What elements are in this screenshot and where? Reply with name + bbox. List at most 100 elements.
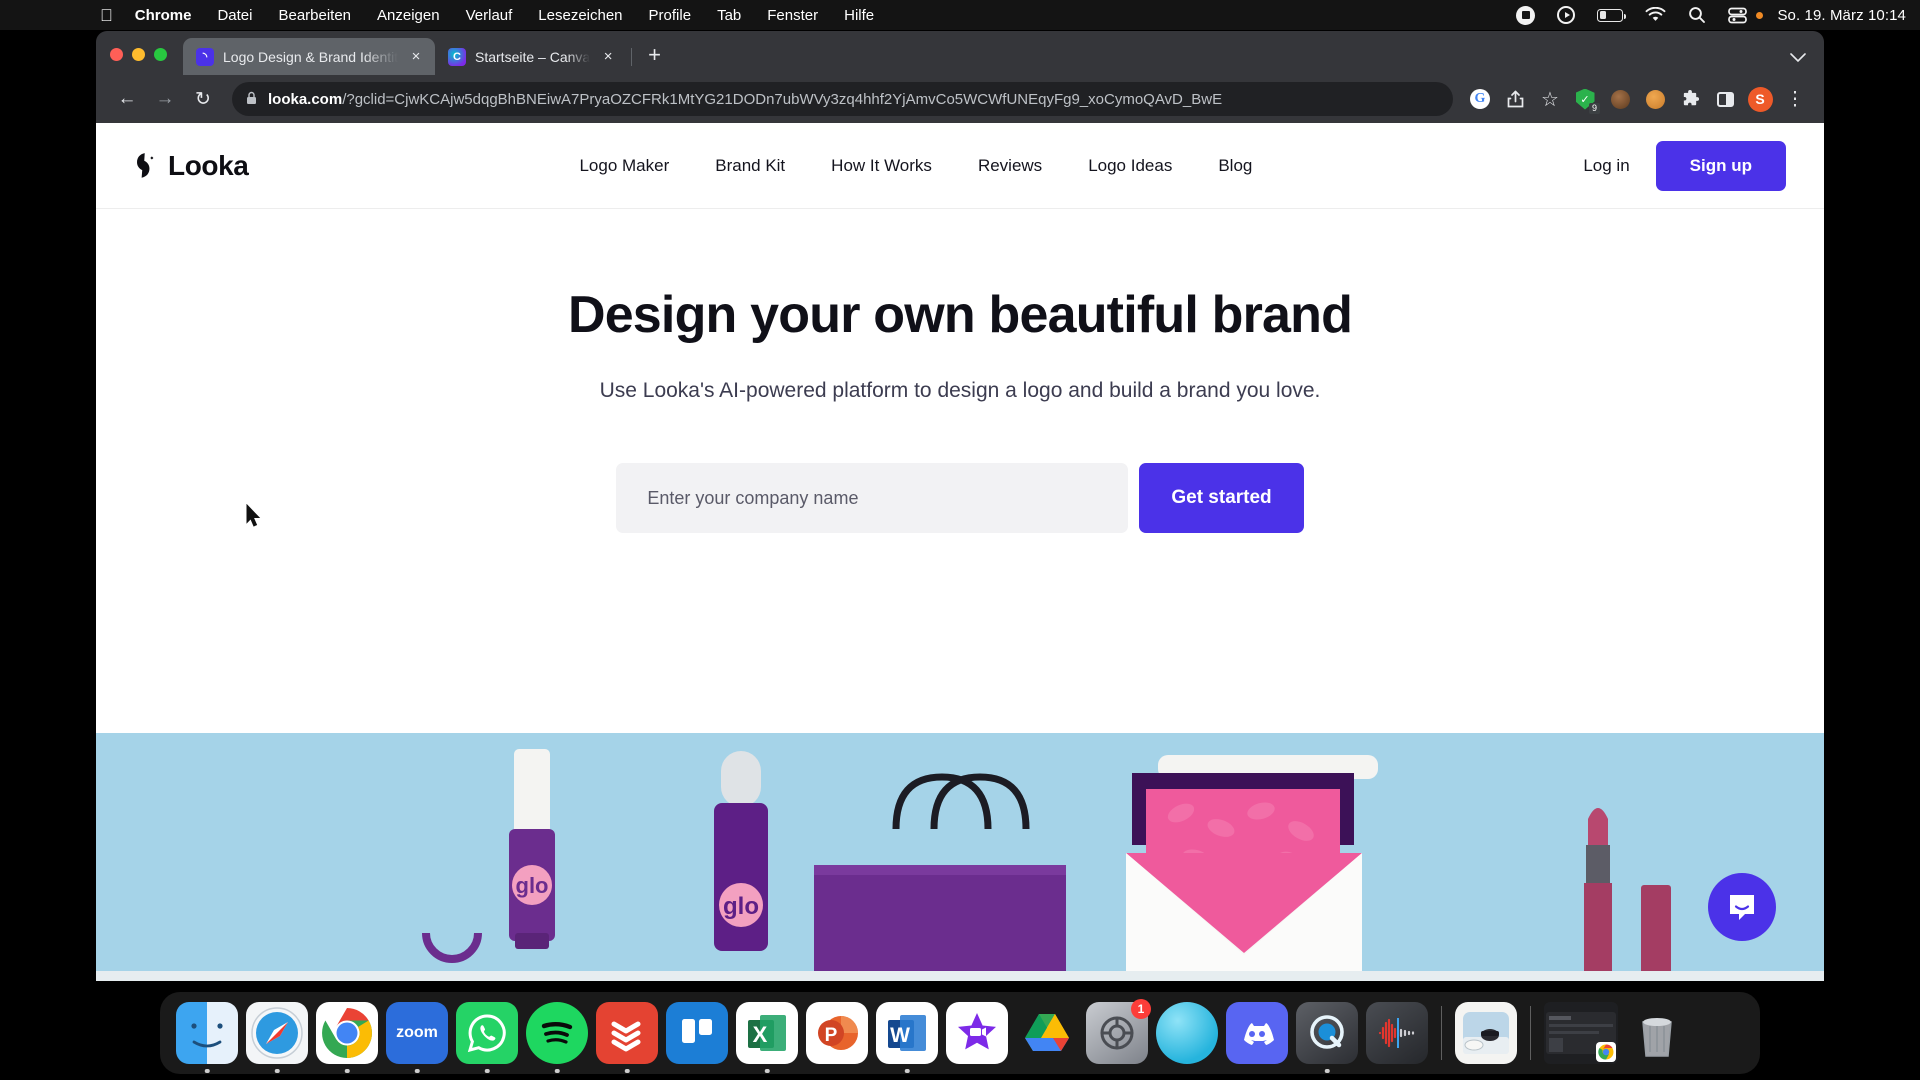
running-indicator bbox=[414, 1068, 420, 1073]
dock-item-trello[interactable] bbox=[666, 1002, 728, 1064]
company-name-input[interactable] bbox=[616, 463, 1129, 533]
lock-icon bbox=[246, 91, 257, 108]
extension-brown-icon[interactable] bbox=[1605, 84, 1635, 114]
dock-item-safari[interactable] bbox=[246, 1002, 308, 1073]
google-lens-icon[interactable]: G bbox=[1465, 84, 1495, 114]
dock-item-excel[interactable]: X bbox=[736, 1002, 798, 1073]
web-page-content: Looka Logo Maker Brand Kit How It Works … bbox=[96, 123, 1824, 981]
spotlight-search-icon[interactable] bbox=[1688, 6, 1706, 24]
nav-link-logo-ideas[interactable]: Logo Ideas bbox=[1088, 156, 1172, 176]
back-button[interactable]: ← bbox=[110, 82, 144, 116]
menu-item-bearbeiten[interactable]: Bearbeiten bbox=[278, 7, 351, 24]
company-name-form: Get started bbox=[96, 463, 1824, 533]
screen-record-icon[interactable] bbox=[1516, 5, 1536, 25]
dock-item-trash[interactable] bbox=[1626, 1002, 1688, 1064]
adblock-count-badge: 9 bbox=[1588, 103, 1600, 114]
running-indicator bbox=[204, 1068, 210, 1073]
settings-notification-badge: 1 bbox=[1131, 999, 1151, 1019]
close-window-button[interactable] bbox=[110, 48, 123, 61]
menubar-clock[interactable]: So. 19. März 10:14 bbox=[1777, 7, 1906, 24]
tab-search-chevron-down-icon[interactable] bbox=[1790, 51, 1806, 66]
extensions-puzzle-icon[interactable] bbox=[1675, 84, 1705, 114]
forward-button[interactable]: → bbox=[148, 82, 182, 116]
looka-wordmark: Looka bbox=[168, 149, 249, 181]
looka-logo[interactable]: Looka bbox=[132, 149, 249, 182]
dock-item-blue-sphere-app[interactable] bbox=[1156, 1002, 1218, 1064]
dock-item-spotify[interactable] bbox=[526, 1002, 588, 1073]
adblock-shield-icon[interactable]: ✓ 9 bbox=[1570, 84, 1600, 114]
nav-link-brand-kit[interactable]: Brand Kit bbox=[715, 156, 785, 176]
bookmark-star-icon[interactable]: ☆ bbox=[1535, 84, 1565, 114]
close-tab-button[interactable]: × bbox=[599, 49, 617, 64]
running-indicator bbox=[764, 1068, 770, 1073]
battery-icon[interactable] bbox=[1597, 8, 1627, 22]
dock-item-imovie[interactable] bbox=[946, 1002, 1008, 1064]
log-in-button[interactable]: Log in bbox=[1583, 156, 1629, 176]
apple-logo-icon[interactable]:  bbox=[100, 7, 113, 24]
address-bar[interactable]: looka.com/?gclid=CjwKCAjw5dqgBhBNEiwA7Pr… bbox=[232, 82, 1453, 116]
menu-item-fenster[interactable]: Fenster bbox=[767, 7, 818, 24]
url-text: looka.com/?gclid=CjwKCAjw5dqgBhBNEiwA7Pr… bbox=[268, 91, 1222, 108]
dock-item-zoom[interactable]: zoom bbox=[386, 1002, 448, 1073]
dock-item-chrome[interactable] bbox=[316, 1002, 378, 1073]
menu-item-datei[interactable]: Datei bbox=[217, 7, 252, 24]
nav-link-blog[interactable]: Blog bbox=[1218, 156, 1252, 176]
menu-item-anzeigen[interactable]: Anzeigen bbox=[377, 7, 440, 24]
nav-link-logo-maker[interactable]: Logo Maker bbox=[579, 156, 669, 176]
tab-looka[interactable]: ◝ Logo Design & Brand Identity P × bbox=[183, 38, 435, 75]
dock-item-quicktime[interactable] bbox=[1296, 1002, 1358, 1073]
svg-text:W: W bbox=[890, 1024, 910, 1047]
hero-section: Design your own beautiful brand Use Look… bbox=[96, 209, 1824, 533]
nav-link-reviews[interactable]: Reviews bbox=[978, 156, 1042, 176]
dock-item-whatsapp[interactable] bbox=[456, 1002, 518, 1073]
reload-button[interactable]: ↻ bbox=[186, 82, 220, 116]
svg-text:P: P bbox=[825, 1025, 838, 1046]
share-icon[interactable] bbox=[1500, 84, 1530, 114]
minimize-window-button[interactable] bbox=[132, 48, 145, 61]
side-panel-icon[interactable] bbox=[1710, 84, 1740, 114]
macos-dock: zoom X P W 1 bbox=[160, 992, 1760, 1074]
svg-text:X: X bbox=[753, 1022, 768, 1047]
running-indicator bbox=[344, 1068, 350, 1073]
intercom-chat-icon bbox=[1730, 895, 1754, 920]
close-tab-button[interactable]: × bbox=[407, 49, 425, 64]
play-icon[interactable] bbox=[1557, 6, 1576, 24]
tab-canva[interactable]: C Startseite – Canva × bbox=[435, 38, 627, 75]
tab-separator bbox=[631, 48, 633, 66]
dock-item-preview-photo[interactable] bbox=[1455, 1002, 1517, 1064]
dock-item-powerpoint[interactable]: P bbox=[806, 1002, 868, 1064]
running-indicator bbox=[1324, 1068, 1330, 1073]
dock-item-audio-waveform-app[interactable] bbox=[1366, 1002, 1428, 1064]
extension-orange-icon[interactable] bbox=[1640, 84, 1670, 114]
dock-item-word[interactable]: W bbox=[876, 1002, 938, 1073]
maximize-window-button[interactable] bbox=[154, 48, 167, 61]
get-started-button[interactable]: Get started bbox=[1139, 463, 1304, 533]
menu-item-verlauf[interactable]: Verlauf bbox=[466, 7, 513, 24]
menu-item-chrome[interactable]: Chrome bbox=[135, 7, 192, 24]
recording-indicator-dot bbox=[1756, 11, 1764, 19]
chrome-menu-icon[interactable]: ⋮ bbox=[1780, 84, 1810, 114]
nav-link-how-it-works[interactable]: How It Works bbox=[831, 156, 932, 176]
wifi-icon[interactable] bbox=[1645, 7, 1666, 23]
running-indicator bbox=[624, 1068, 630, 1073]
dock-item-finder[interactable] bbox=[176, 1002, 238, 1073]
menu-item-lesezeichen[interactable]: Lesezeichen bbox=[538, 7, 622, 24]
sign-up-button[interactable]: Sign up bbox=[1655, 140, 1786, 191]
dock-item-google-drive[interactable] bbox=[1016, 1002, 1078, 1064]
menu-item-hilfe[interactable]: Hilfe bbox=[844, 7, 874, 24]
tab-strip: ◝ Logo Design & Brand Identity P × C Sta… bbox=[96, 31, 1824, 75]
control-center-icon[interactable] bbox=[1728, 7, 1764, 24]
menu-item-tab[interactable]: Tab bbox=[717, 7, 741, 24]
dock-item-system-settings[interactable]: 1 bbox=[1086, 999, 1151, 1064]
site-nav-actions: Log in Sign up bbox=[1583, 140, 1786, 191]
dock-item-minimized-chrome-window[interactable] bbox=[1544, 1002, 1618, 1064]
new-tab-button[interactable]: + bbox=[636, 44, 673, 75]
intercom-chat-button[interactable] bbox=[1708, 873, 1776, 941]
menu-item-profile[interactable]: Profile bbox=[649, 7, 692, 24]
looka-mark-icon bbox=[132, 152, 159, 179]
dock-item-todoist[interactable] bbox=[596, 1002, 658, 1073]
browser-toolbar: ← → ↻ looka.com/?gclid=CjwKCAjw5dqgBhBNE… bbox=[96, 75, 1824, 123]
dock-item-discord[interactable] bbox=[1226, 1002, 1288, 1064]
tab-title: Startseite – Canva bbox=[475, 48, 591, 65]
profile-avatar[interactable]: S bbox=[1745, 84, 1775, 114]
